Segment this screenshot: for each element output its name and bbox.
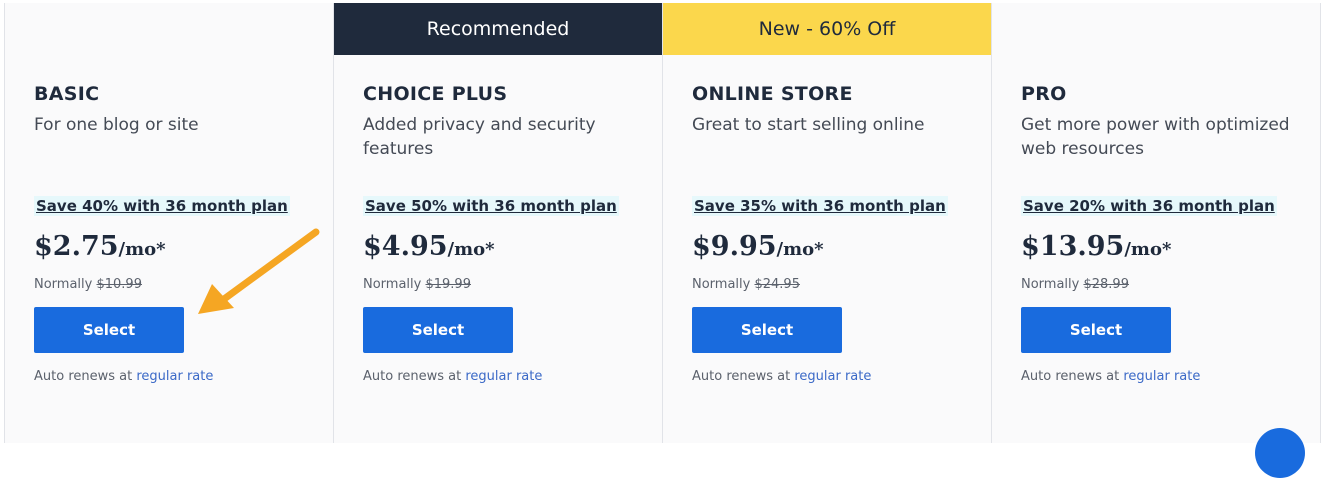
select-pro-button[interactable]: Select: [1021, 307, 1171, 353]
renew-text: Auto renews at: [692, 369, 791, 384]
price-period: /mo*: [1124, 239, 1172, 260]
price-period: /mo*: [776, 239, 824, 260]
normal-price-value: $28.99: [1083, 277, 1129, 292]
renew-text: Auto renews at: [34, 369, 133, 384]
price-amount: $4.95: [363, 231, 448, 262]
renew-text: Auto renews at: [363, 369, 462, 384]
select-choice-plus-button[interactable]: Select: [363, 307, 513, 353]
save-offer-link[interactable]: Save 40% with 36 month plan: [34, 196, 290, 216]
normal-price: Normally $24.95: [692, 277, 800, 292]
plan-name: BASIC: [34, 83, 100, 105]
annotation-arrow-icon: [198, 228, 320, 314]
normal-price-value: $10.99: [96, 277, 142, 292]
normal-price: Normally $19.99: [363, 277, 471, 292]
regular-rate-link[interactable]: regular rate: [136, 369, 213, 384]
normally-label: Normally: [34, 277, 93, 292]
normal-price-value: $24.95: [754, 277, 800, 292]
plan-description: For one blog or site: [34, 115, 199, 135]
price-period: /mo*: [447, 239, 495, 260]
renew-note: Auto renews at regular rate: [692, 369, 871, 384]
plan-name: PRO: [1021, 83, 1067, 105]
plan-card-choice-plus: Recommended CHOICE PLUS Added privacy an…: [333, 3, 662, 443]
plan-price: $13.95/mo*: [1021, 231, 1171, 262]
sale-banner: New - 60% Off: [663, 3, 991, 55]
save-offer-link[interactable]: Save 50% with 36 month plan: [363, 196, 619, 216]
plan-price: $9.95/mo*: [692, 231, 824, 262]
select-online-store-button[interactable]: Select: [692, 307, 842, 353]
regular-rate-link[interactable]: regular rate: [794, 369, 871, 384]
select-basic-button[interactable]: Select: [34, 307, 184, 353]
normally-label: Normally: [692, 277, 751, 292]
recommended-banner: Recommended: [334, 3, 662, 55]
plan-name: ONLINE STORE: [692, 83, 853, 105]
price-amount: $9.95: [692, 231, 777, 262]
renew-note: Auto renews at regular rate: [34, 369, 213, 384]
normally-label: Normally: [1021, 277, 1080, 292]
plan-card-pro: PRO Get more power with optimized web re…: [991, 3, 1321, 443]
normal-price: Normally $10.99: [34, 277, 142, 292]
regular-rate-link[interactable]: regular rate: [1123, 369, 1200, 384]
price-period: /mo*: [118, 239, 166, 260]
save-offer-link[interactable]: Save 35% with 36 month plan: [692, 196, 948, 216]
normal-price: Normally $28.99: [1021, 277, 1129, 292]
plan-description: Get more power with optimized web resour…: [1021, 115, 1290, 159]
normal-price-value: $19.99: [425, 277, 471, 292]
plan-description: Great to start selling online: [692, 115, 925, 135]
price-amount: $2.75: [34, 231, 119, 262]
plan-card-online-store: New - 60% Off ONLINE STORE Great to star…: [662, 3, 991, 443]
renew-text: Auto renews at: [1021, 369, 1120, 384]
regular-rate-link[interactable]: regular rate: [465, 369, 542, 384]
plan-description: Added privacy and security features: [363, 115, 596, 159]
plan-price: $4.95/mo*: [363, 231, 495, 262]
normally-label: Normally: [363, 277, 422, 292]
plan-price: $2.75/mo*: [34, 231, 166, 262]
chat-icon[interactable]: [1255, 428, 1305, 478]
plan-name: CHOICE PLUS: [363, 83, 508, 105]
renew-note: Auto renews at regular rate: [363, 369, 542, 384]
price-amount: $13.95: [1021, 231, 1125, 262]
save-offer-link[interactable]: Save 20% with 36 month plan: [1021, 196, 1277, 216]
renew-note: Auto renews at regular rate: [1021, 369, 1200, 384]
